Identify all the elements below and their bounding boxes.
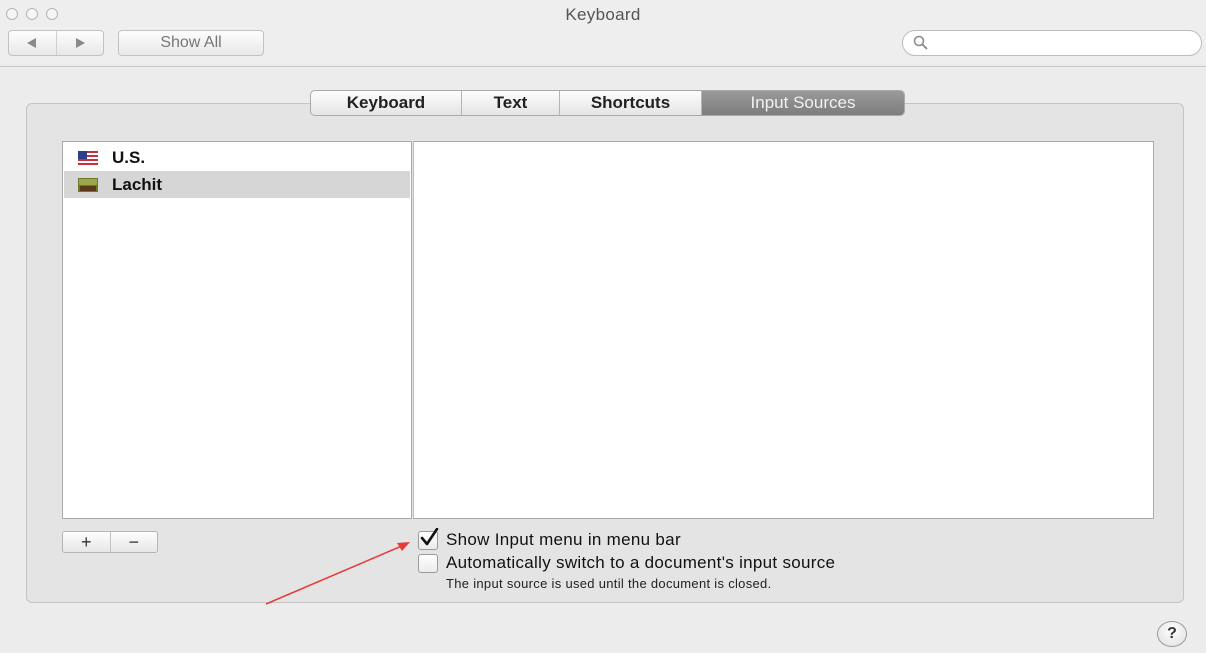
back-arrow-icon: [27, 38, 37, 48]
show-input-menu-checkbox[interactable]: [418, 528, 439, 550]
toolbar-divider: [0, 66, 1206, 67]
search-icon: [913, 35, 928, 50]
title-bar: Keyboard: [0, 0, 1206, 28]
tab-bar: Keyboard Text Shortcuts Input Sources: [310, 90, 905, 116]
search-field[interactable]: [902, 30, 1202, 56]
auto-switch-checkbox[interactable]: [418, 554, 438, 573]
input-source-detail-pane: [413, 141, 1154, 519]
list-item-lachit[interactable]: Lachit: [64, 171, 410, 198]
us-flag-icon: [78, 150, 98, 165]
forward-button[interactable]: [55, 31, 104, 55]
back-button[interactable]: [9, 31, 56, 55]
auto-switch-label: Automatically switch to a document's inp…: [446, 553, 836, 572]
remove-input-source-button[interactable]: −: [109, 532, 158, 552]
add-remove-control: + −: [62, 531, 158, 553]
tab-input-sources[interactable]: Input Sources: [701, 91, 904, 115]
checkmark-icon: [420, 528, 439, 546]
list-item-us[interactable]: U.S.: [64, 144, 410, 171]
show-all-button[interactable]: Show All: [118, 30, 264, 56]
list-item-label: Lachit: [112, 174, 163, 194]
tab-keyboard[interactable]: Keyboard: [311, 91, 461, 115]
tab-text[interactable]: Text: [461, 91, 559, 115]
auto-switch-note: The input source is used until the docum…: [446, 576, 772, 591]
add-input-source-button[interactable]: +: [63, 532, 110, 552]
forward-arrow-icon: [75, 38, 85, 48]
tab-shortcuts[interactable]: Shortcuts: [559, 91, 701, 115]
lachit-input-icon: [78, 177, 98, 192]
search-input[interactable]: [931, 34, 1195, 54]
list-item-label: U.S.: [112, 147, 146, 167]
window-title: Keyboard: [565, 5, 641, 24]
help-button[interactable]: ?: [1157, 621, 1187, 647]
show-input-menu-label: Show Input menu in menu bar: [446, 530, 681, 549]
input-sources-list[interactable]: U.S. Lachit: [62, 141, 412, 519]
back-forward-control: [8, 30, 104, 56]
